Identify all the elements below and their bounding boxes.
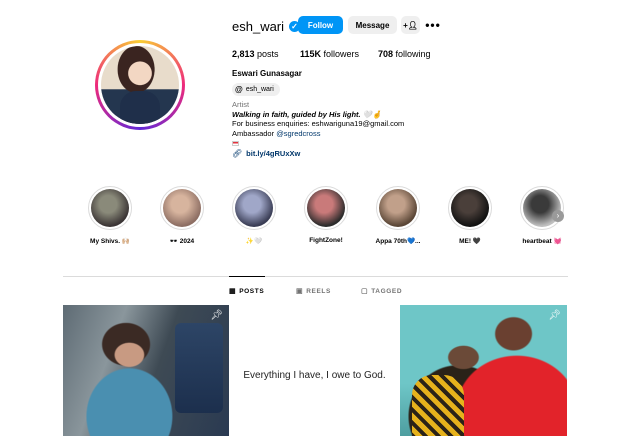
highlight-label: ME! 🖤 xyxy=(459,238,481,245)
highlight-ring xyxy=(304,186,348,230)
highlight-item[interactable]: FightZone! xyxy=(296,186,356,244)
highlight-ring xyxy=(160,186,204,230)
tab-label: TAGGED xyxy=(371,287,403,295)
tab-label: REELS xyxy=(306,287,331,295)
bio: Artist Walking in faith, guided by His l… xyxy=(232,100,404,148)
tab-reels[interactable]: ▣ REELS xyxy=(296,287,331,296)
highlight-item[interactable]: Appa 70th💙... xyxy=(368,186,428,245)
link-icon: 🔗︎ xyxy=(232,149,243,158)
highlight-label: Appa 70th💙... xyxy=(375,238,421,245)
tabs-divider xyxy=(63,276,568,277)
external-link[interactable]: bit.ly/4gRUxXw xyxy=(246,149,300,158)
post-thumbnail[interactable]: 📌︎ xyxy=(63,305,229,436)
tab-posts[interactable]: ▦ POSTS xyxy=(229,287,265,296)
highlight-label: 🕶️ 2024 xyxy=(169,238,195,245)
tab-tagged[interactable]: ▢ TAGGED xyxy=(361,287,403,296)
highlight-cover xyxy=(451,189,489,227)
post-quote-text: Everything I have, I owe to God. xyxy=(243,370,386,381)
threads-icon: @ xyxy=(235,85,243,94)
grid-icon: ▦ xyxy=(229,288,237,295)
bio-line: Ambassador @sgredcross xyxy=(232,128,321,138)
next-arrow-icon[interactable]: › xyxy=(552,210,564,222)
more-icon: ••• xyxy=(425,18,441,32)
more-options-button[interactable]: ••• xyxy=(424,16,442,34)
posts-count: 2,813 posts xyxy=(232,49,279,59)
flag-icon xyxy=(232,138,404,148)
profile-avatar-ring[interactable] xyxy=(95,40,185,130)
username: esh_wari xyxy=(232,18,285,34)
full-name: Eswari Gunasagar xyxy=(232,69,302,78)
add-user-icon: +👤︎ xyxy=(403,20,418,30)
highlight-ring xyxy=(232,186,276,230)
story-highlights: My Shivs. 🙌🏼 🕶️ 2024 ✨🤍 FightZone! Appa 70th… xyxy=(0,186,640,252)
mention-link[interactable]: @sgredcross xyxy=(276,129,320,138)
tab-label: POSTS xyxy=(239,287,265,295)
highlight-label: ✨🤍 xyxy=(245,238,263,245)
post-thumbnail[interactable]: 📌︎ xyxy=(400,305,567,436)
bio-line: Walking in faith, guided by His light. 🤍… xyxy=(232,109,382,119)
avatar[interactable] xyxy=(101,46,179,124)
following-link[interactable]: 708 following xyxy=(378,49,431,59)
message-button[interactable]: Message xyxy=(348,16,397,34)
pin-icon: 📌︎ xyxy=(210,310,223,321)
highlight-item[interactable]: My Shivs. 🙌🏼 xyxy=(80,186,140,245)
tagged-icon: ▢ xyxy=(361,288,369,295)
highlight-ring xyxy=(448,186,492,230)
highlight-cover xyxy=(163,189,201,227)
pin-icon: 📌︎ xyxy=(548,310,561,321)
highlight-item[interactable]: ME! 🖤 xyxy=(440,186,500,245)
suggested-accounts-button[interactable]: +👤︎ xyxy=(401,16,420,34)
highlight-ring xyxy=(376,186,420,230)
username-row: esh_wari ✓ xyxy=(232,17,301,35)
highlight-cover xyxy=(91,189,129,227)
highlight-ring xyxy=(520,186,564,230)
follow-button[interactable]: Follow xyxy=(298,16,343,34)
active-tab-indicator xyxy=(229,276,265,277)
highlight-ring xyxy=(88,186,132,230)
profile-avatar-border xyxy=(98,43,182,127)
post-thumbnail[interactable]: Everything I have, I owe to God. xyxy=(229,305,400,436)
highlight-item[interactable]: 🕶️ 2024 xyxy=(152,186,212,245)
bio-line: For business enquiries: eshwariguna19@gm… xyxy=(232,119,405,129)
highlight-cover xyxy=(307,189,345,227)
highlight-item[interactable]: ✨🤍 xyxy=(224,186,284,245)
highlight-label: My Shivs. 🙌🏼 xyxy=(90,238,130,245)
external-link-row[interactable]: 🔗︎ bit.ly/4gRUxXw xyxy=(232,149,300,158)
followers-link[interactable]: 115K followers xyxy=(300,49,359,59)
threads-badge[interactable]: @ esh_wari xyxy=(232,83,280,96)
highlight-cover xyxy=(379,189,417,227)
highlight-label: heartbeat 💓 xyxy=(522,238,562,245)
category-label: Artist xyxy=(232,100,250,109)
highlight-cover xyxy=(235,189,273,227)
threads-handle: esh_wari xyxy=(245,86,274,93)
reels-icon: ▣ xyxy=(296,288,304,295)
highlight-label: FightZone! xyxy=(309,237,343,244)
